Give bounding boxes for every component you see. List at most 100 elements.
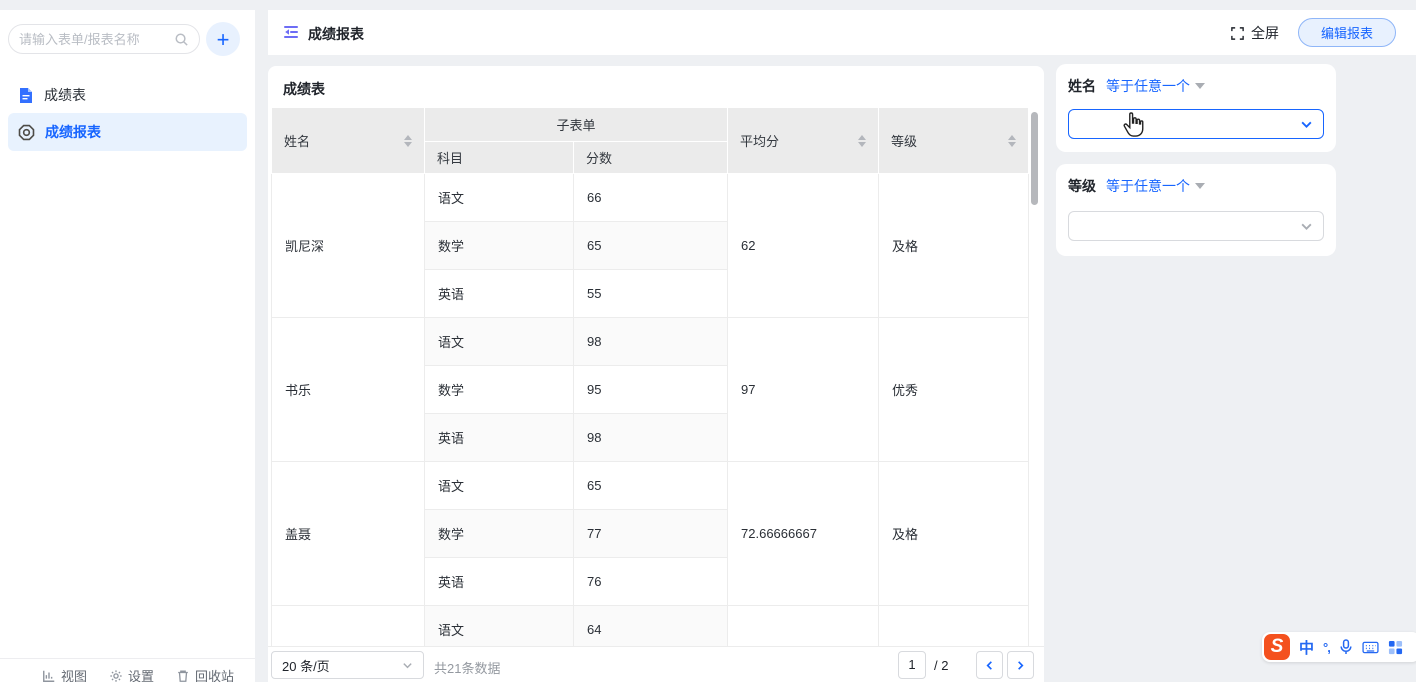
grade-cell: 优秀 — [879, 318, 1029, 462]
subject-cell: 英语 — [425, 270, 574, 318]
page-size-value: 20 条/页 — [282, 656, 330, 675]
filter-operator-label: 等于任意一个 — [1106, 176, 1190, 196]
sort-icon[interactable] — [404, 135, 412, 147]
chevron-down-icon — [402, 660, 413, 671]
subject-cell: 语文 — [425, 174, 574, 222]
average-cell — [728, 606, 879, 647]
report-table: 姓名 子表单 平均分 等级 科目 分数 凯尼深语文6662及格数学65英语55书… — [271, 107, 1029, 646]
punctuation-icon[interactable]: °, — [1323, 640, 1330, 655]
trash-icon — [176, 669, 190, 682]
fullscreen-label: 全屏 — [1251, 23, 1279, 43]
score-cell: 65 — [574, 462, 728, 510]
subject-cell: 数学 — [425, 222, 574, 270]
grade-cell: 及格 — [879, 462, 1029, 606]
average-cell: 62 — [728, 174, 879, 318]
name-cell: 凯尼深 — [272, 174, 425, 318]
subject-cell: 数学 — [425, 510, 574, 558]
fullscreen-icon — [1230, 26, 1245, 41]
sidebar-footer: 视图 设置 回收站 — [0, 666, 255, 682]
name-cell: 书乐 — [272, 318, 425, 462]
score-cell: 64 — [574, 606, 728, 647]
table-row: 凯尼深语文6662及格 — [272, 174, 1029, 222]
edit-report-button[interactable]: 编辑报表 — [1298, 18, 1396, 47]
chevron-down-icon — [1300, 220, 1313, 233]
name-cell: 盖聂 — [272, 462, 425, 606]
document-icon — [18, 87, 34, 104]
page-title: 成绩报表 — [308, 24, 364, 44]
recycle-bin-label: 回收站 — [195, 666, 234, 682]
views-label: 视图 — [61, 666, 87, 682]
chevron-left-icon — [984, 660, 995, 671]
grade-cell — [879, 606, 1029, 647]
prev-page-button[interactable] — [976, 651, 1003, 679]
chart-icon — [42, 669, 56, 682]
sort-icon[interactable] — [1008, 135, 1016, 147]
toolbox-grid-icon[interactable] — [1388, 640, 1403, 655]
sidebar-item-label: 成绩报表 — [45, 122, 101, 142]
chevron-right-icon — [1015, 660, 1026, 671]
pagination-bar: 20 条/页 共21条数据 1 / 2 — [268, 646, 1044, 682]
filter-value-select-grade[interactable] — [1068, 211, 1324, 241]
sidebar-search[interactable] — [8, 24, 200, 54]
name-cell — [272, 606, 425, 647]
add-button[interactable]: + — [206, 22, 240, 56]
filter-value-select-name[interactable] — [1068, 109, 1324, 139]
sort-icon[interactable] — [858, 135, 866, 147]
column-header-subform: 子表单 — [425, 108, 728, 142]
sidebar: + 成绩表 成绩报表 视图 设置 回收站 — [0, 10, 255, 682]
report-table-body: 凯尼深语文6662及格数学65英语55书乐语文9897优秀数学95英语98盖聂语… — [272, 174, 1029, 647]
table-row: 书乐语文9897优秀 — [272, 318, 1029, 366]
ime-mode-toggle[interactable]: 中 — [1299, 637, 1314, 658]
sidebar-item-form[interactable]: 成绩表 — [0, 78, 255, 112]
average-cell: 97 — [728, 318, 879, 462]
column-header-name[interactable]: 姓名 — [272, 108, 425, 174]
keyboard-icon[interactable] — [1362, 641, 1379, 654]
triangle-down-icon — [1195, 183, 1205, 189]
settings-button[interactable]: 设置 — [109, 666, 154, 682]
current-page-input[interactable]: 1 — [898, 651, 926, 679]
column-header-grade[interactable]: 等级 — [879, 108, 1029, 174]
subject-cell: 英语 — [425, 414, 574, 462]
filter-operator-label: 等于任意一个 — [1106, 76, 1190, 96]
triangle-down-icon — [1195, 83, 1205, 89]
collapse-menu-icon[interactable] — [282, 23, 300, 41]
sidebar-item-label: 成绩表 — [44, 85, 86, 105]
page-size-select[interactable]: 20 条/页 — [271, 651, 424, 679]
score-cell: 98 — [574, 318, 728, 366]
settings-label: 设置 — [128, 666, 154, 682]
next-page-button[interactable] — [1007, 651, 1034, 679]
sidebar-footer-divider — [0, 658, 255, 659]
views-button[interactable]: 视图 — [42, 666, 87, 682]
filter-operator-dropdown[interactable]: 等于任意一个 — [1106, 76, 1205, 96]
chevron-down-icon — [1300, 118, 1313, 131]
report-table-viewport[interactable]: 姓名 子表单 平均分 等级 科目 分数 凯尼深语文6662及格数学65英语55书… — [271, 107, 1031, 646]
sidebar-item-report[interactable]: 成绩报表 — [8, 113, 247, 151]
score-cell: 65 — [574, 222, 728, 270]
filter-field-label: 等级 — [1068, 176, 1096, 196]
total-pages-label: / 2 — [934, 658, 948, 673]
dashboard-icon — [18, 124, 35, 141]
fullscreen-button[interactable]: 全屏 — [1230, 22, 1279, 44]
table-row: 盖聂语文6572.66666667及格 — [272, 462, 1029, 510]
table-scrollbar[interactable] — [1031, 112, 1038, 205]
subject-cell: 语文 — [425, 462, 574, 510]
score-cell: 76 — [574, 558, 728, 606]
recycle-bin-button[interactable]: 回收站 — [176, 666, 234, 682]
search-input[interactable] — [19, 32, 174, 47]
score-cell: 55 — [574, 270, 728, 318]
filter-card-name: 姓名 等于任意一个 — [1056, 64, 1336, 152]
filter-operator-dropdown[interactable]: 等于任意一个 — [1106, 176, 1205, 196]
search-icon — [174, 32, 189, 47]
subject-cell: 语文 — [425, 606, 574, 647]
ime-toolbar: S 中 °, — [1262, 632, 1416, 662]
microphone-icon[interactable] — [1339, 639, 1353, 655]
gear-icon — [109, 669, 123, 682]
report-card: 成绩表 姓名 子表单 平均分 等级 科目 — [268, 66, 1044, 682]
topbar: 成绩报表 全屏 编辑报表 — [268, 10, 1416, 55]
subject-cell: 语文 — [425, 318, 574, 366]
column-header-score: 分数 — [574, 142, 728, 174]
filter-field-label: 姓名 — [1068, 76, 1096, 96]
sogou-logo-icon[interactable]: S — [1264, 634, 1290, 660]
column-header-average[interactable]: 平均分 — [728, 108, 879, 174]
total-count-label: 共21条数据 — [434, 658, 500, 677]
